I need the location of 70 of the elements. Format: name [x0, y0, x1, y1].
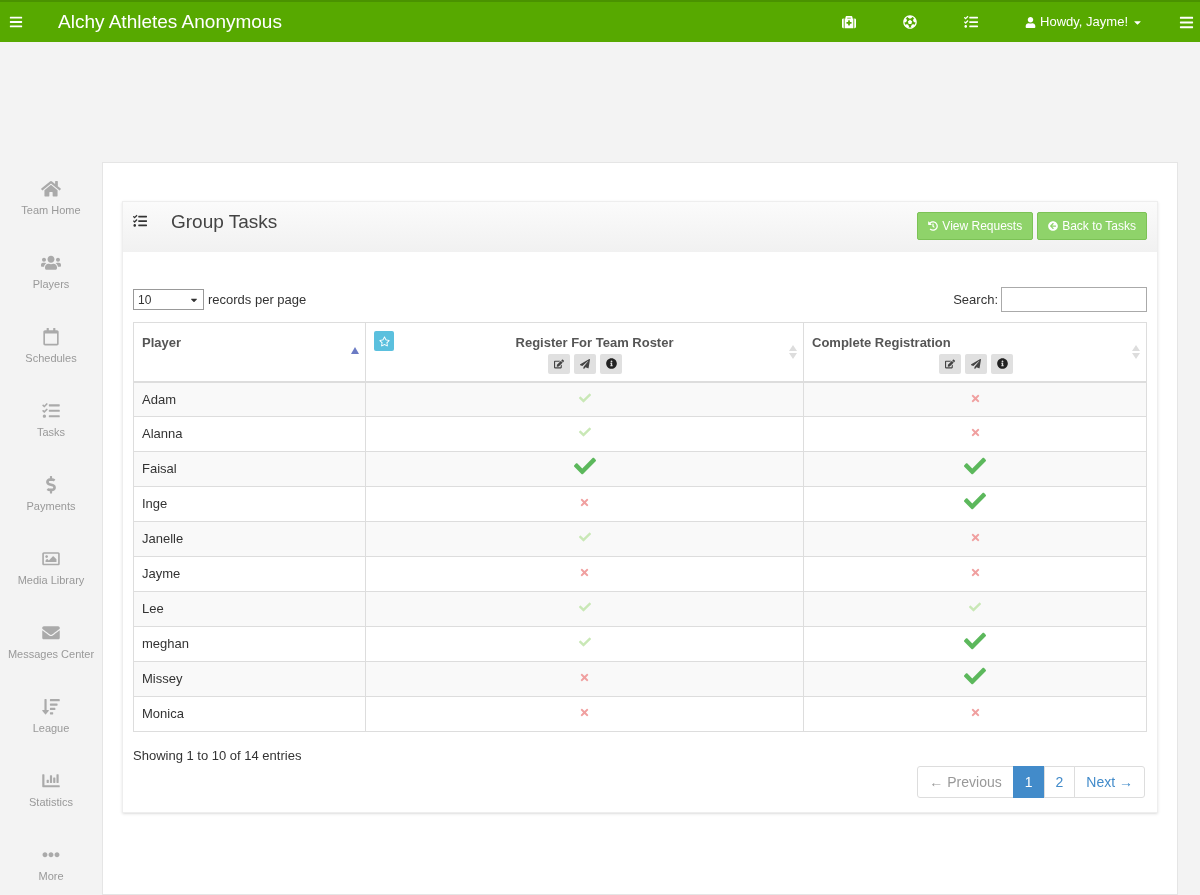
bar-chart-icon [41, 772, 61, 790]
search-field[interactable] [1001, 287, 1147, 312]
sidebar-item[interactable]: Statistics [29, 772, 73, 810]
column-header[interactable]: Complete Registration [803, 322, 1147, 382]
page-button[interactable]: 1 [1012, 766, 1045, 798]
list-icon [133, 214, 147, 228]
sort-ascending-icon[interactable] [351, 347, 359, 354]
player-name: Monica [142, 706, 184, 722]
sidebar-item[interactable]: League [32, 698, 70, 736]
menu-icon[interactable] [1179, 14, 1194, 30]
player-name: Alanna [142, 426, 183, 442]
page-button[interactable]: 2 [1043, 766, 1076, 798]
player-name: Missey [142, 671, 183, 687]
users-icon [41, 254, 61, 272]
column-title: Player [142, 334, 182, 352]
info-button[interactable] [991, 353, 1013, 374]
list-icon [41, 402, 61, 420]
records-label: records per page [208, 290, 307, 309]
image-icon [41, 550, 61, 568]
player-name: Jayme [142, 566, 181, 582]
info-icon [996, 358, 1008, 369]
sidebar-item[interactable]: More [38, 846, 64, 884]
edit-icon [554, 358, 564, 369]
home-icon [41, 180, 61, 198]
sidebar-item[interactable]: Media Library [17, 550, 85, 588]
header-button[interactable]: Back to Tasks [1037, 212, 1147, 240]
user-icon [1025, 16, 1037, 28]
sidebar-item[interactable]: Tasks [36, 402, 66, 440]
star-button[interactable] [374, 331, 394, 351]
player-name: Janelle [142, 531, 184, 547]
column-header[interactable]: Player [133, 322, 366, 382]
search-label: Search: [953, 290, 998, 309]
player-name: Inge [142, 496, 168, 512]
page-button[interactable]: Next → [1074, 766, 1145, 798]
info-icon [605, 358, 617, 369]
back-icon [1048, 221, 1059, 231]
user-menu[interactable]: Howdy, Jayme! [1025, 12, 1143, 32]
star-icon [378, 335, 390, 347]
paper-plane-icon [971, 358, 981, 369]
history-icon [928, 221, 939, 231]
edit-button[interactable] [939, 353, 961, 374]
bars-icon [41, 698, 61, 716]
list-icon[interactable] [964, 15, 979, 29]
envelope-icon [41, 624, 61, 642]
table-info: Showing 1 to 10 of 14 entries [133, 747, 302, 765]
sidebar-item[interactable]: Players [32, 254, 70, 292]
info-button[interactable] [600, 353, 622, 374]
send-button[interactable] [965, 353, 987, 374]
player-name: Lee [142, 601, 164, 617]
calendar-icon [41, 328, 61, 346]
brand-title[interactable]: Alchy Athletes Anonymous [58, 7, 282, 37]
player-name: Adam [142, 391, 176, 407]
column-title: Register For Team Roster [515, 334, 674, 352]
header-button[interactable]: View Requests [917, 212, 1034, 240]
menu-icon[interactable] [9, 15, 23, 29]
records-select[interactable]: 10 [133, 289, 204, 310]
sidebar-item[interactable]: Messages Center [7, 624, 95, 662]
paper-plane-icon [580, 358, 590, 369]
panel-title: Group Tasks [171, 210, 278, 234]
send-button[interactable] [574, 353, 596, 374]
sidebar-item[interactable]: Team Home [21, 180, 81, 218]
edit-icon [945, 358, 955, 369]
sidebar-item[interactable]: Schedules [25, 328, 77, 366]
player-name: Faisal [142, 461, 177, 477]
column-title: Complete Registration [812, 334, 951, 352]
edit-button[interactable] [548, 353, 570, 374]
player-name: meghan [142, 636, 189, 652]
medkit-icon[interactable] [842, 15, 857, 29]
sidebar-item[interactable]: Payments [26, 476, 76, 514]
column-header[interactable]: Register For Team Roster [365, 322, 804, 382]
